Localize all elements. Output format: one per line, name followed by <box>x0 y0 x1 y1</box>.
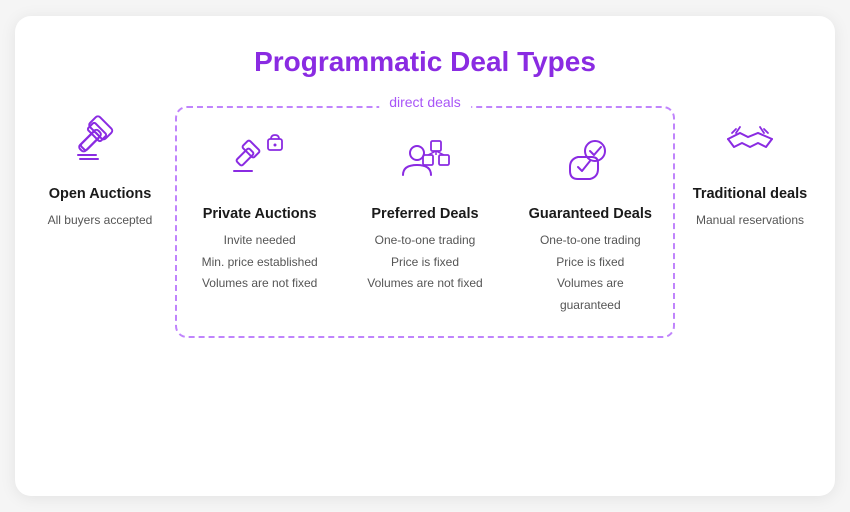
preferred-deals-title: Preferred Deals <box>371 206 478 222</box>
direct-deals-inner: Private Auctions Invite neededMin. price… <box>177 126 673 316</box>
hammer-lock-icon <box>225 126 295 196</box>
page-title: Programmatic Deal Types <box>254 46 596 78</box>
main-card: Programmatic Deal Types Open Au <box>15 16 835 496</box>
preferred-deals-desc: One-to-one tradingPrice is fixedVolumes … <box>367 230 482 295</box>
content-row: Open Auctions All buyers accepted direct… <box>35 106 815 338</box>
deal-preferred-deals: Preferred Deals One-to-one tradingPrice … <box>355 126 495 316</box>
deal-traditional-deals: Traditional deals Manual reservations <box>685 106 815 232</box>
person-connect-icon <box>390 126 460 196</box>
guaranteed-deals-desc: One-to-one tradingPrice is fixedVolumes … <box>526 230 654 316</box>
hammer-open-icon <box>65 106 135 176</box>
open-auctions-desc: All buyers accepted <box>48 210 153 232</box>
traditional-deals-desc: Manual reservations <box>696 210 804 232</box>
handshake-icon <box>715 106 785 176</box>
deal-open-auctions: Open Auctions All buyers accepted <box>35 106 165 232</box>
direct-deals-box: direct deals <box>175 106 675 338</box>
direct-deals-label: direct deals <box>379 94 471 110</box>
deal-guaranteed-deals: Guaranteed Deals One-to-one tradingPrice… <box>520 126 660 316</box>
private-auctions-desc: Invite neededMin. price establishedVolum… <box>202 230 318 295</box>
traditional-deals-title: Traditional deals <box>693 186 807 202</box>
hand-check-icon <box>555 126 625 196</box>
private-auctions-title: Private Auctions <box>203 206 317 222</box>
guaranteed-deals-title: Guaranteed Deals <box>529 206 652 222</box>
deal-private-auctions: Private Auctions Invite neededMin. price… <box>190 126 330 316</box>
open-auctions-title: Open Auctions <box>49 186 152 202</box>
